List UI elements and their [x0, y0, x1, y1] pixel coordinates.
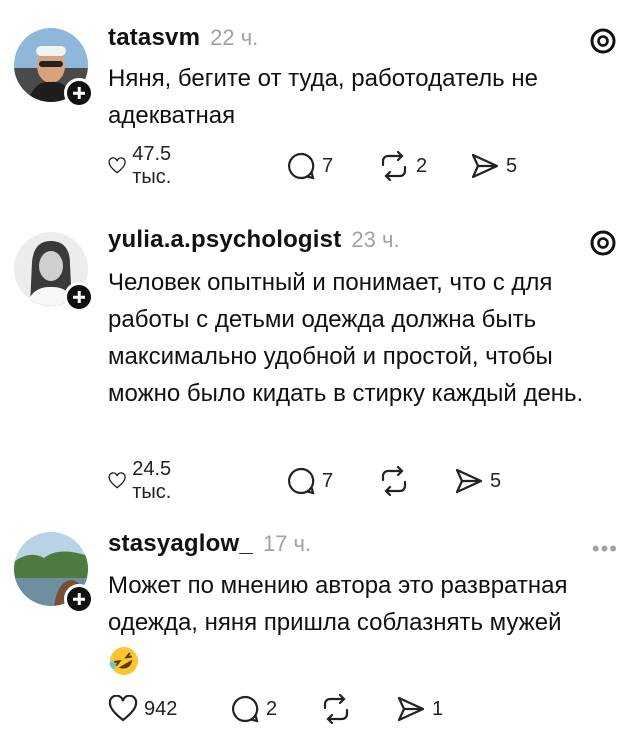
follow-button[interactable] — [64, 584, 94, 614]
comment-text-body: Может по мнению автора это развратная од… — [108, 572, 568, 636]
reply-count: 2 — [266, 697, 278, 720]
rolling-laughing-emoji — [109, 646, 138, 675]
repost-button[interactable] — [320, 692, 358, 726]
comment-header: stasyaglow_ 17 ч. — [108, 530, 311, 564]
like-count: 942 — [144, 697, 178, 720]
share-count: 1 — [432, 697, 444, 720]
reply-button[interactable]: 2 — [230, 692, 277, 726]
share-button[interactable]: 1 — [396, 692, 443, 726]
repost-icon — [323, 694, 349, 724]
like-button[interactable]: 942 — [108, 692, 177, 726]
timestamp: 17 ч. — [262, 531, 312, 556]
heart-icon — [108, 695, 138, 722]
more-menu-icon[interactable]: ••• — [592, 536, 618, 562]
username[interactable]: stasyaglow_ — [108, 530, 253, 558]
comment-item: stasyaglow_ 17 ч. ••• Может по мнению ав… — [0, 0, 640, 748]
comment-text: Может по мнению автора это развратная од… — [108, 567, 623, 678]
comment-icon — [232, 695, 259, 723]
send-icon — [397, 696, 425, 722]
